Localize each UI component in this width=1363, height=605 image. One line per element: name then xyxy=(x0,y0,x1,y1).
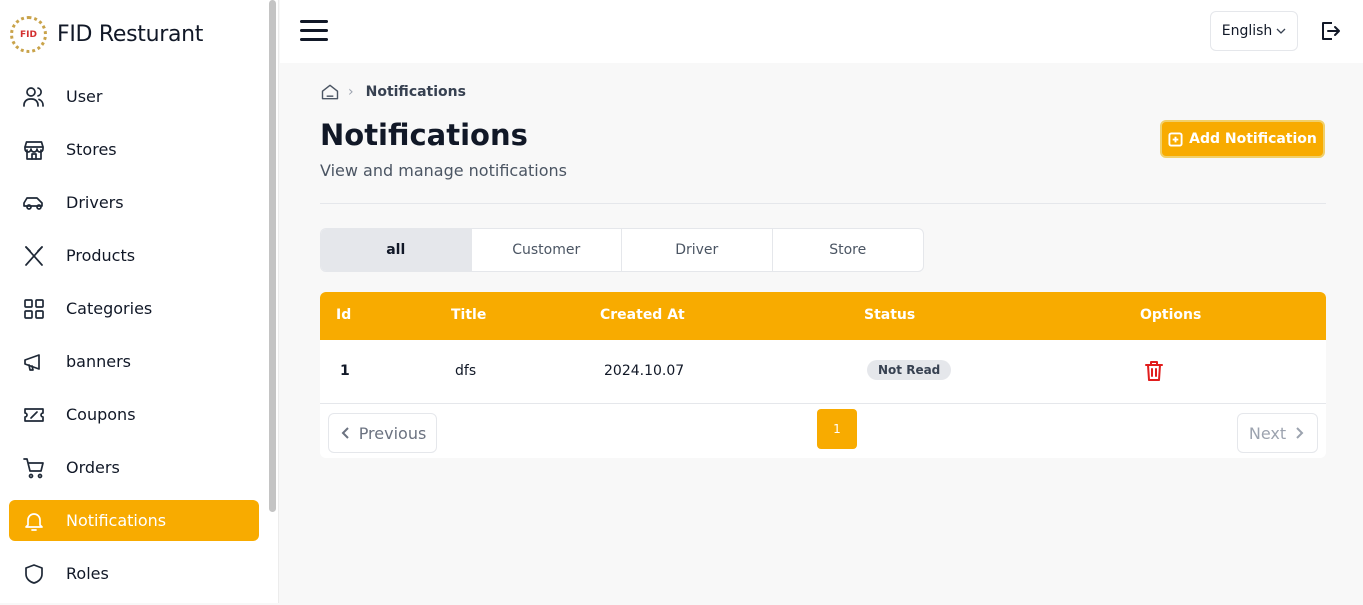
page-title: Notifications xyxy=(320,118,528,152)
home-icon[interactable] xyxy=(320,82,340,102)
brand-name: FID Resturant xyxy=(57,22,204,47)
column-header-options: Options xyxy=(1140,307,1202,323)
car-icon xyxy=(21,190,46,215)
chevron-down-icon xyxy=(1276,28,1286,34)
plus-square-icon xyxy=(1168,131,1183,147)
logout-icon[interactable] xyxy=(1318,19,1342,43)
column-header-title: Title xyxy=(451,307,487,323)
hamburger-icon xyxy=(300,20,328,23)
table-row[interactable]: 1 dfs 2024.10.07 Not Read xyxy=(320,340,1326,404)
brand-logo: FID xyxy=(10,16,47,53)
utensils-icon xyxy=(21,243,46,268)
store-icon xyxy=(21,137,46,162)
megaphone-icon xyxy=(21,349,46,374)
language-value: English xyxy=(1221,23,1273,39)
next-page-button[interactable]: Next xyxy=(1237,413,1318,453)
topbar: English xyxy=(280,0,1363,63)
page-number-button[interactable]: 1 xyxy=(817,409,857,449)
delete-button[interactable] xyxy=(1144,360,1164,382)
sidebar-item-label: User xyxy=(66,87,103,106)
chevron-right-icon xyxy=(1296,427,1304,439)
chevron-right-icon: › xyxy=(348,84,354,100)
shield-icon xyxy=(21,561,46,586)
language-select[interactable]: English xyxy=(1210,11,1298,51)
chevron-left-icon xyxy=(341,427,349,439)
notifications-table: Id Title Created At Status Options 1 dfs… xyxy=(320,292,1326,458)
sidebar: FID FID Resturant User Stores Drivers Pr… xyxy=(0,0,279,603)
bell-icon xyxy=(21,508,46,533)
sidebar-item-coupons[interactable]: Coupons xyxy=(9,394,259,435)
sidebar-item-categories[interactable]: Categories xyxy=(9,288,259,329)
menu-toggle-button[interactable] xyxy=(300,20,328,42)
cell-created-at: 2024.10.07 xyxy=(604,363,685,379)
sidebar-item-label: Coupons xyxy=(66,405,136,424)
ticket-icon xyxy=(21,402,46,427)
users-icon xyxy=(21,84,46,109)
sidebar-item-products[interactable]: Products xyxy=(9,235,259,276)
cart-icon xyxy=(21,455,46,480)
filter-tabs: all Customer Driver Store xyxy=(320,228,924,272)
breadcrumb-current: Notifications xyxy=(365,84,466,100)
column-header-created-at: Created At xyxy=(600,307,685,323)
sidebar-item-label: Drivers xyxy=(66,193,124,212)
sidebar-item-notifications[interactable]: Notifications xyxy=(9,500,259,541)
page-subtitle: View and manage notifications xyxy=(320,161,567,180)
sidebar-item-banners[interactable]: banners xyxy=(9,341,259,382)
add-notification-button[interactable]: Add Notification xyxy=(1160,120,1325,158)
tab-store[interactable]: Store xyxy=(773,229,924,271)
sidebar-item-user[interactable]: User xyxy=(9,76,259,117)
tab-customer[interactable]: Customer xyxy=(472,229,622,271)
tab-driver[interactable]: Driver xyxy=(622,229,773,271)
grid-icon xyxy=(21,296,46,321)
column-header-status: Status xyxy=(864,307,916,323)
sidebar-item-label: Stores xyxy=(66,140,117,159)
add-notification-label: Add Notification xyxy=(1189,131,1317,147)
table-header: Id Title Created At Status Options xyxy=(320,292,1326,340)
next-label: Next xyxy=(1248,423,1287,443)
cell-id: 1 xyxy=(340,363,350,379)
breadcrumb: › Notifications xyxy=(320,82,466,102)
tab-all[interactable]: all xyxy=(321,229,472,271)
trash-icon xyxy=(1145,361,1163,381)
sidebar-item-stores[interactable]: Stores xyxy=(9,129,259,170)
status-badge: Not Read xyxy=(867,360,952,380)
sidebar-item-label: Categories xyxy=(66,299,153,318)
column-header-id: Id xyxy=(336,307,352,323)
cell-title: dfs xyxy=(455,363,477,379)
sidebar-item-label: Roles xyxy=(66,564,109,583)
sidebar-item-label: Products xyxy=(66,246,136,265)
divider xyxy=(320,203,1326,204)
sidebar-item-label: Orders xyxy=(66,458,120,477)
sidebar-item-label: banners xyxy=(66,352,131,371)
sidebar-scrollbar[interactable] xyxy=(269,0,276,512)
sidebar-item-drivers[interactable]: Drivers xyxy=(9,182,259,223)
sidebar-item-orders[interactable]: Orders xyxy=(9,447,259,488)
sidebar-item-roles[interactable]: Roles xyxy=(9,553,259,594)
previous-label: Previous xyxy=(358,423,427,443)
sidebar-item-label: Notifications xyxy=(66,511,167,530)
brand[interactable]: FID FID Resturant xyxy=(10,16,203,53)
previous-page-button[interactable]: Previous xyxy=(328,413,437,453)
